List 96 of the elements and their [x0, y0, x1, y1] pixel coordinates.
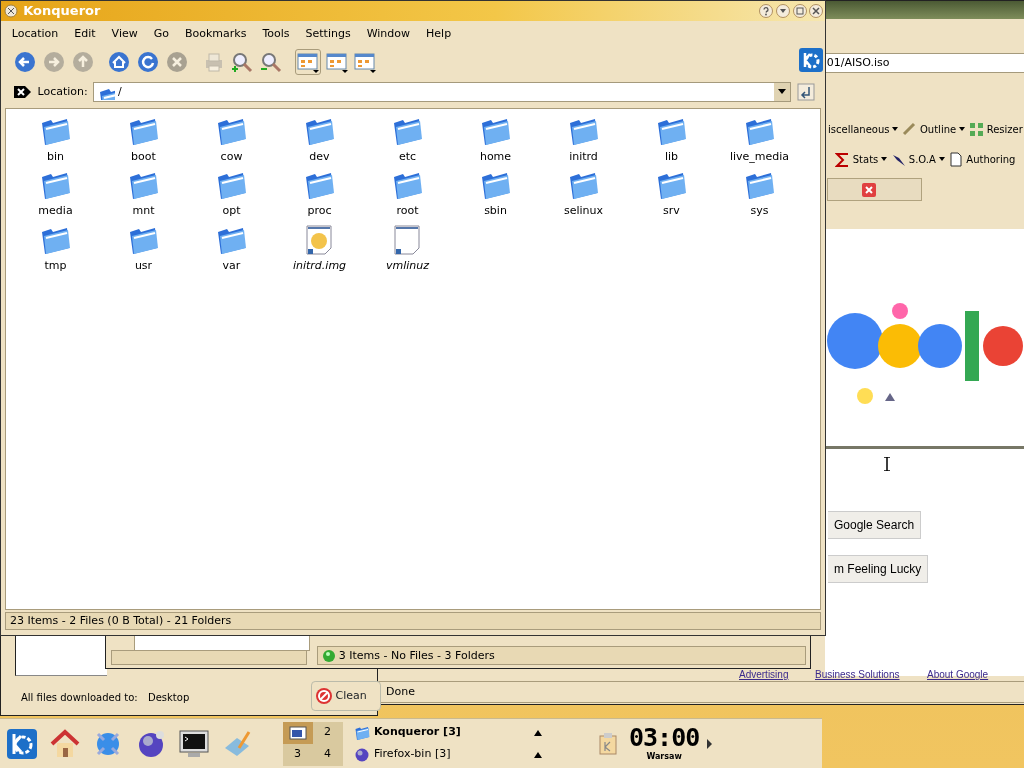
file-name[interactable]: initrd — [569, 148, 598, 165]
footer-link[interactable]: Advertising — [739, 669, 789, 681]
menu-item[interactable]: Bookmarks — [176, 23, 255, 44]
file-name[interactable]: live_media — [729, 148, 790, 165]
dropdown-arrow-icon — [881, 157, 888, 161]
document-icon — [948, 151, 964, 167]
toolbar-menu-button[interactable]: Authoring — [948, 151, 1016, 167]
reload-icon — [137, 51, 159, 74]
go-button[interactable] — [796, 82, 815, 101]
file-name[interactable]: boot — [131, 148, 156, 165]
download-label: All files downloaded to: — [21, 691, 138, 705]
file-name[interactable]: media — [38, 203, 73, 220]
grid-icon — [968, 121, 984, 137]
file-name[interactable]: mnt — [132, 203, 155, 220]
start-menu-icon[interactable] — [5, 727, 38, 760]
file-name[interactable]: home — [479, 148, 512, 165]
menu-item[interactable]: View — [103, 23, 146, 44]
gear-logo-icon — [799, 48, 823, 72]
desktop-pager-cell[interactable]: 2 — [312, 721, 343, 744]
view-mode-icon — [296, 51, 319, 74]
url-field[interactable]: 01/AISO.iso — [823, 53, 1024, 73]
clock: 03:00 — [629, 724, 700, 751]
file-name[interactable]: etc — [398, 148, 417, 165]
menu-item[interactable]: Window — [358, 23, 419, 44]
file-name[interactable]: srv — [663, 203, 680, 220]
view-mode-icon — [325, 51, 348, 74]
dropdown-button[interactable] — [774, 82, 791, 101]
stop-icon — [165, 51, 188, 74]
clean-button[interactable]: Clean — [311, 681, 381, 711]
file-name[interactable]: usr — [134, 257, 153, 274]
folder-icon — [354, 724, 370, 741]
file-name[interactable]: cow — [220, 148, 243, 165]
task-button[interactable]: Firefox-bin [3] — [348, 743, 548, 766]
toolbar-menu-button[interactable]: Outline — [902, 121, 965, 137]
zoom-in-icon — [231, 51, 254, 74]
file-name[interactable]: initrd.img — [292, 257, 347, 274]
dropdown-arrow-icon — [938, 157, 945, 161]
file-name[interactable]: root — [396, 203, 419, 220]
window-title: Konqueror — [23, 2, 101, 21]
scroll-arrow-icon[interactable] — [707, 738, 713, 749]
zoom-out-icon — [260, 51, 282, 74]
file-name[interactable]: proc — [307, 203, 332, 220]
search-button[interactable]: m Feeling Lucky — [828, 555, 929, 583]
up-arrow-icon — [534, 729, 542, 736]
footer-link[interactable]: Business Solutions — [815, 669, 900, 681]
desktop-pager-cell[interactable] — [282, 721, 313, 744]
file-name[interactable]: sbin — [484, 203, 507, 220]
menu-item[interactable]: Settings — [297, 23, 359, 44]
menu-item[interactable]: Tools — [254, 23, 298, 44]
clock-timezone: Warsaw — [646, 750, 682, 763]
task-button[interactable]: Konqueror [3] — [348, 721, 548, 744]
toolbar-menu-button[interactable]: Stats — [835, 151, 888, 167]
file-name[interactable]: selinux — [563, 203, 604, 220]
clipboard-icon[interactable] — [598, 731, 618, 756]
dropdown-arrow-icon — [958, 127, 965, 131]
status-bar: 23 Items - 2 Files (0 B Total) - 21 Folders — [5, 612, 821, 630]
folder-name: Desktop — [148, 691, 190, 705]
file-name[interactable]: var — [222, 257, 241, 274]
no-entry-icon — [314, 687, 333, 705]
enter-icon — [796, 82, 815, 101]
menu-item[interactable]: Location — [3, 23, 67, 44]
menu-item[interactable]: Help — [418, 23, 460, 44]
location-label: Location: — [37, 83, 88, 100]
browser-tab[interactable] — [827, 178, 922, 201]
window-thumbnail-icon — [288, 725, 307, 740]
file-name[interactable]: bin — [47, 148, 64, 165]
toolbar-menu-button[interactable]: Resizer — [968, 121, 1024, 137]
status-text: 3 Items - No Files - 3 Folders — [338, 648, 495, 663]
file-name[interactable]: vmlinuz — [385, 257, 430, 274]
sigma-icon — [835, 151, 850, 167]
file-name[interactable]: lib — [664, 148, 679, 165]
file-name[interactable]: opt — [222, 203, 241, 220]
close-icon[interactable] — [862, 183, 876, 197]
window-menu-icon[interactable] — [3, 4, 18, 18]
file-name[interactable]: sys — [750, 203, 769, 220]
home-icon — [108, 51, 131, 74]
file-name[interactable]: dev — [309, 148, 330, 165]
dropdown-arrow-icon — [778, 89, 787, 95]
menu-item[interactable]: Edit — [66, 23, 104, 44]
toolbar-menu-button[interactable]: S.O.A — [891, 151, 945, 167]
desktop-pager-cell[interactable]: 3 — [282, 743, 313, 766]
menu-item[interactable]: Go — [145, 23, 177, 44]
location-field[interactable]: / — [93, 81, 792, 102]
status-text: Done — [377, 681, 1024, 703]
terminal-icon[interactable] — [177, 727, 210, 760]
file-name[interactable]: tmp — [44, 257, 67, 274]
footer-link[interactable]: About Google — [927, 669, 989, 681]
status-light-icon — [322, 648, 336, 663]
search-button[interactable]: Google Search — [828, 511, 922, 539]
dropdown-arrow-icon — [892, 127, 899, 131]
text-cursor-icon — [883, 457, 891, 471]
up-arrow-icon — [534, 751, 542, 758]
toolbar-menu-button[interactable]: iscellaneous — [828, 121, 899, 137]
view-mode-icon — [354, 51, 377, 74]
view-mode-button[interactable] — [294, 49, 321, 76]
home-icon[interactable] — [48, 727, 81, 760]
